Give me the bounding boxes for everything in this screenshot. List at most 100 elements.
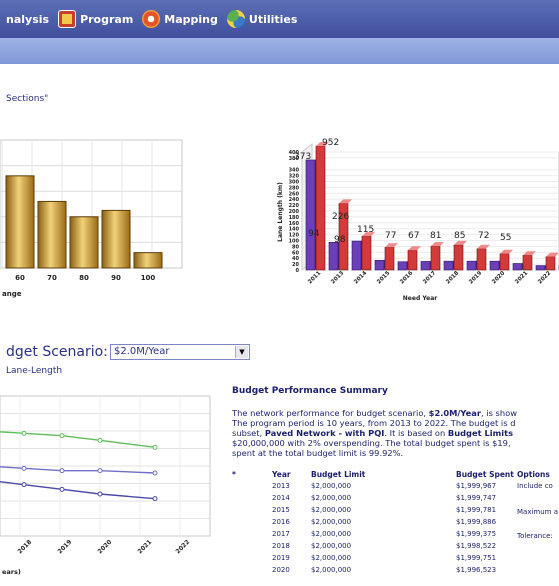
toolbar-program-label: Program bbox=[80, 12, 134, 26]
x-tick-label: 2017 bbox=[422, 270, 437, 285]
dropdown-arrow-icon[interactable]: ▼ bbox=[235, 346, 248, 358]
cell-year: 2015 bbox=[272, 506, 290, 514]
sort-star-icon[interactable]: * bbox=[232, 470, 236, 479]
data-label: 373 bbox=[294, 152, 311, 162]
selection-text: Sections" bbox=[6, 94, 49, 104]
toolbar-analysis[interactable]: nalysis bbox=[6, 13, 49, 26]
data-point bbox=[152, 470, 158, 476]
cell-budget-spent: $1,999,967 bbox=[456, 482, 497, 490]
cell-year: 2014 bbox=[272, 494, 290, 502]
cell-budget-limit: $2,000,000 bbox=[311, 554, 352, 562]
cell-budget-spent: $1,999,747 bbox=[456, 494, 497, 502]
data-point bbox=[59, 486, 65, 492]
x-tick-label: 2020 bbox=[96, 539, 113, 556]
bar bbox=[69, 216, 99, 269]
cell-budget-spent: $1,999,781 bbox=[456, 506, 497, 514]
y-tick-label: 0 bbox=[296, 268, 300, 274]
bar-series-2 bbox=[384, 246, 395, 271]
toolbar-mapping[interactable]: Mapping bbox=[142, 10, 218, 28]
program-icon bbox=[58, 10, 77, 28]
y-axis-label: Lane Length (km) bbox=[277, 182, 284, 242]
bar-series-1 bbox=[351, 240, 362, 271]
budget-scenario-label: dget Scenario: bbox=[6, 344, 108, 360]
x-tick-label: 2011 bbox=[307, 270, 322, 285]
x-axis-label: Need Year bbox=[403, 295, 437, 302]
x-tick-label: 2015 bbox=[376, 270, 391, 285]
x-tick-label: 2021 bbox=[514, 270, 529, 285]
cell-budget-spent: $1,999,751 bbox=[456, 554, 497, 562]
data-label: 67 bbox=[408, 231, 419, 241]
x-tick-label: 2013 bbox=[330, 270, 345, 285]
toolbar-analysis-label: nalysis bbox=[6, 12, 50, 26]
need-year-bar-chart: 4003803403203002802602402202001801601401… bbox=[277, 138, 559, 302]
summary-title: Budget Performance Summary bbox=[232, 386, 388, 396]
bar-series-2 bbox=[430, 245, 441, 271]
main-toolbar: nalysis Program Mapping Utilities bbox=[0, 0, 559, 38]
toolbar-utilities-label: Utilities bbox=[248, 12, 298, 26]
option-maximum[interactable]: Maximum a bbox=[517, 508, 558, 516]
cell-year: 2016 bbox=[272, 518, 290, 526]
data-point bbox=[97, 491, 103, 497]
cell-year: 2019 bbox=[272, 554, 290, 562]
bar-series-1 bbox=[466, 260, 477, 271]
summary-line-1: The network performance for budget scena… bbox=[232, 408, 517, 418]
x-tick-label: 2016 bbox=[399, 270, 414, 285]
x-tick-label: 2022 bbox=[537, 270, 552, 285]
option-tolerance[interactable]: Tolerance: bbox=[517, 532, 553, 540]
bar bbox=[37, 200, 67, 269]
budget-scenario-select[interactable]: $2.0M/Year ▼ bbox=[110, 344, 250, 360]
cell-budget-limit: $2,000,000 bbox=[311, 566, 352, 574]
summary-line-2: The program period is 10 years, from 201… bbox=[232, 418, 516, 428]
cell-budget-limit: $2,000,000 bbox=[311, 494, 352, 502]
toolbar-program[interactable]: Program bbox=[58, 10, 133, 28]
toolbar-mapping-label: Mapping bbox=[164, 12, 218, 26]
options-header: Options bbox=[517, 470, 550, 479]
bar-series-2 bbox=[361, 235, 372, 271]
bar-series-2 bbox=[407, 249, 418, 271]
cell-year: 2017 bbox=[272, 530, 290, 538]
bar-series-2 bbox=[499, 253, 510, 271]
summary-line-4: $20,000,000 with 2% overspending. The to… bbox=[232, 438, 511, 448]
data-label: 952 bbox=[322, 138, 339, 148]
data-point bbox=[152, 444, 158, 450]
cell-budget-spent: $1,999,886 bbox=[456, 518, 497, 526]
x-axis-label: ears) bbox=[2, 568, 21, 576]
bar-series-1 bbox=[420, 261, 431, 271]
toolbar-utilities[interactable]: Utilities bbox=[226, 10, 298, 28]
bar-series-2 bbox=[315, 145, 326, 271]
mapping-icon bbox=[142, 10, 161, 28]
cell-year: 2020 bbox=[272, 566, 290, 574]
bar-series-1 bbox=[535, 265, 546, 271]
cell-year: 2013 bbox=[272, 482, 290, 490]
data-point bbox=[21, 465, 27, 471]
cell-budget-spent: $1,996,523 bbox=[456, 566, 497, 574]
bar-series-1 bbox=[328, 241, 339, 271]
header-year: Year bbox=[272, 470, 291, 479]
cell-budget-spent: $1,998,522 bbox=[456, 542, 497, 550]
bar-series-1 bbox=[443, 260, 454, 271]
bar-series-2 bbox=[522, 254, 533, 271]
data-label: 55 bbox=[500, 233, 511, 243]
bar-series-1 bbox=[374, 259, 385, 271]
tick-label: 60 bbox=[15, 274, 25, 282]
x-axis-label: ange bbox=[2, 290, 22, 298]
data-point bbox=[59, 433, 65, 439]
bar bbox=[133, 252, 163, 269]
option-include[interactable]: Include co bbox=[517, 482, 553, 490]
bar-series-1 bbox=[489, 260, 500, 271]
cell-budget-spent: $1,999,375 bbox=[456, 530, 497, 538]
cell-budget-limit: $2,000,000 bbox=[311, 482, 352, 490]
data-label: 98 bbox=[334, 235, 346, 245]
budget-scenario-value: $2.0M/Year bbox=[114, 346, 170, 357]
x-tick-label: 2022 bbox=[174, 539, 191, 556]
bar-series-2 bbox=[545, 256, 556, 271]
bar-series-1 bbox=[305, 159, 316, 271]
cell-budget-limit: $2,000,000 bbox=[311, 518, 352, 526]
utilities-icon bbox=[226, 10, 245, 28]
bar-series-1 bbox=[397, 261, 408, 271]
x-tick-label: 2020 bbox=[491, 270, 506, 285]
summary-text: The network performance for budget scena… bbox=[232, 408, 559, 458]
data-label: 85 bbox=[454, 231, 465, 241]
x-tick-label: 2014 bbox=[353, 270, 368, 285]
bar-series-1 bbox=[512, 263, 523, 271]
